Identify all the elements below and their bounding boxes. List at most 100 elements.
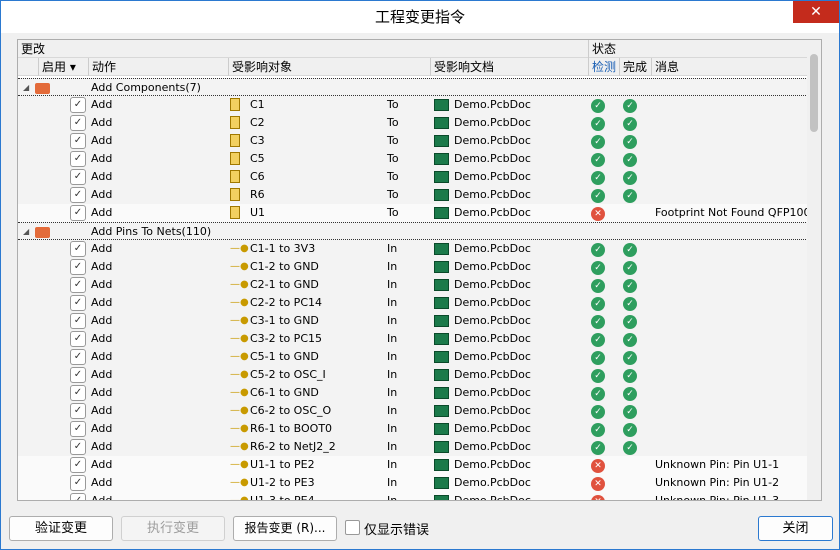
enable-checkbox[interactable]: ✓	[70, 475, 86, 491]
table-row[interactable]: ✓ Add C2 To Demo.PcbDoc ✓ ✓	[18, 114, 808, 132]
object-cell: C2-1 to GND	[250, 278, 319, 291]
col-enable[interactable]: 启用 ▾	[38, 58, 76, 76]
enable-checkbox[interactable]: ✓	[70, 385, 86, 401]
col-done[interactable]: 完成	[619, 58, 647, 76]
col-message[interactable]: 消息	[651, 58, 679, 76]
pin-icon: —●	[230, 459, 249, 470]
status-glyph: ✓	[591, 315, 605, 329]
group-row[interactable]: ◢ Add Components(7)	[18, 78, 808, 96]
table-row[interactable]: ✓ Add C5 To Demo.PcbDoc ✓ ✓	[18, 150, 808, 168]
enable-checkbox[interactable]: ✓	[70, 457, 86, 473]
validate-changes-button[interactable]: 验证变更	[9, 516, 113, 541]
done-ok-icon: ✓	[623, 366, 637, 384]
enable-checkbox[interactable]: ✓	[70, 349, 86, 365]
table-row[interactable]: ✓ Add —● U1-2 to PE3 In Demo.PcbDoc ✕ Unknown P…	[18, 474, 808, 492]
enable-checkbox[interactable]: ✓	[70, 277, 86, 293]
table-row[interactable]: ✓ Add —● C1-1 to 3V3 In Demo.PcbDoc ✓ ✓	[18, 240, 808, 258]
done-ok-icon: ✓	[623, 348, 637, 366]
col-doc[interactable]: 受影响文档	[430, 58, 494, 76]
pin-icon: —●	[230, 315, 249, 326]
table-row[interactable]: ✓ Add —● C1-2 to GND In Demo.PcbDoc ✓ ✓	[18, 258, 808, 276]
table-row[interactable]: ✓ Add R6 To Demo.PcbDoc ✓ ✓	[18, 186, 808, 204]
col-action[interactable]: 动作	[88, 58, 116, 76]
enable-checkbox[interactable]: ✓	[70, 115, 86, 131]
status-glyph: ✓	[623, 243, 637, 257]
table-row[interactable]: ✓ Add U1 To Demo.PcbDoc ✕ Footprint Not Found …	[18, 204, 811, 222]
enable-checkbox[interactable]: ✓	[70, 187, 86, 203]
check-ok-icon: ✓	[591, 276, 605, 294]
table-row[interactable]: ✓ Add —● C6-1 to GND In Demo.PcbDoc ✓ ✓	[18, 384, 808, 402]
object-cell: C6	[250, 170, 265, 183]
done-ok-icon: ✓	[623, 420, 637, 438]
done-ok-icon: ✓	[623, 294, 637, 312]
table-row[interactable]: ✓ Add —● R6-1 to BOOT0 In Demo.PcbDoc ✓ ✓	[18, 420, 808, 438]
enable-checkbox[interactable]: ✓	[70, 439, 86, 455]
table-row[interactable]: ✓ Add C6 To Demo.PcbDoc ✓ ✓	[18, 168, 808, 186]
table-row[interactable]: ✓ Add —●U1-3 to PE4 In Demo.PcbDoc ✕ Unknown P…	[18, 492, 808, 500]
pcb-shape	[434, 477, 449, 489]
enable-checkbox[interactable]: ✓	[70, 403, 86, 419]
enable-checkbox[interactable]: ✓	[70, 331, 86, 347]
table-row[interactable]: ✓ Add —● C2-1 to GND In Demo.PcbDoc ✓ ✓	[18, 276, 808, 294]
direction-cell: In	[387, 278, 398, 291]
pcb-shape	[434, 495, 449, 500]
action-cell: Add	[91, 296, 113, 309]
folder-shape	[35, 227, 50, 238]
table-row[interactable]: ✓ Add —● U1-1 to PE2 In Demo.PcbDoc ✕ Unknown P…	[18, 456, 808, 474]
only-errors-label[interactable]: 仅显示错误	[364, 519, 429, 538]
table-row[interactable]: ✓ Add —● C3-2 to PC15 In Demo.PcbDoc ✓ ✓	[18, 330, 808, 348]
col-object[interactable]: 受影响对象	[228, 58, 292, 76]
enable-checkbox[interactable]: ✓	[70, 493, 86, 500]
table-row[interactable]: ✓ Add —● C6-2 to OSC_O In Demo.PcbDoc ✓ ✓	[18, 402, 808, 420]
report-changes-button[interactable]: 报告变更 (R)...	[233, 516, 337, 541]
status-glyph: ✓	[623, 351, 637, 365]
direction-cell: In	[387, 422, 398, 435]
enable-checkbox[interactable]: ✓	[70, 295, 86, 311]
pin-icon: —●	[230, 387, 249, 398]
pin-icon: —●	[230, 369, 249, 380]
enable-checkbox[interactable]: ✓	[70, 421, 86, 437]
enable-checkbox[interactable]: ✓	[70, 241, 86, 257]
enable-checkbox[interactable]: ✓	[70, 97, 86, 113]
table-row[interactable]: ✓ Add —● C5-2 to OSC_I In Demo.PcbDoc ✓ ✓	[18, 366, 808, 384]
changes-table: 更改 状态 启用 ▾ 动作 受影响对象 受影响文档 检测 完成 消息 ◢ Add …	[17, 39, 822, 501]
vertical-scrollbar[interactable]	[807, 40, 821, 500]
check-ok-icon: ✓	[591, 168, 605, 186]
check-ok-icon: ✓	[591, 366, 605, 384]
enable-checkbox[interactable]: ✓	[70, 205, 86, 221]
expand-arrow-icon[interactable]: ◢	[23, 223, 29, 241]
table-row[interactable]: ✓ Add C3 To Demo.PcbDoc ✓ ✓	[18, 132, 808, 150]
expand-arrow-icon[interactable]: ◢	[23, 79, 29, 97]
close-window-button[interactable]: ✕	[793, 1, 839, 23]
table-row[interactable]: ✓ Add —● C5-1 to GND In Demo.PcbDoc ✓ ✓	[18, 348, 808, 366]
status-glyph: ✓	[623, 333, 637, 347]
table-row[interactable]: ✓ Add C1 To Demo.PcbDoc ✓ ✓	[18, 96, 808, 114]
table-row[interactable]: ✓ Add —● C2-2 to PC14 In Demo.PcbDoc ✓ ✓	[18, 294, 808, 312]
direction-cell: In	[387, 458, 398, 471]
enable-checkbox[interactable]: ✓	[70, 169, 86, 185]
status-glyph: ✓	[591, 333, 605, 347]
status-glyph: ✓	[623, 369, 637, 383]
col-check[interactable]: 检测	[588, 58, 616, 76]
enable-checkbox[interactable]: ✓	[70, 151, 86, 167]
enable-checkbox[interactable]: ✓	[70, 367, 86, 383]
component-shape	[230, 116, 240, 129]
direction-cell: To	[387, 206, 399, 219]
table-row[interactable]: ✓ Add —● C3-1 to GND In Demo.PcbDoc ✓ ✓	[18, 312, 808, 330]
group-label: Add Components(7)	[91, 81, 201, 94]
close-button[interactable]: 关闭	[758, 516, 833, 541]
enable-checkbox[interactable]: ✓	[70, 259, 86, 275]
table-row[interactable]: ✓ Add —● R6-2 to NetJ2_2 In Demo.PcbDoc ✓ ✓	[18, 438, 808, 456]
document-cell: Demo.PcbDoc	[454, 206, 531, 219]
only-errors-checkbox[interactable]	[345, 520, 360, 535]
action-cell: Add	[91, 188, 113, 201]
status-glyph: ✓	[591, 135, 605, 149]
scrollbar-thumb[interactable]	[810, 54, 818, 132]
enable-checkbox[interactable]: ✓	[70, 133, 86, 149]
action-cell: Add	[91, 116, 113, 129]
group-row[interactable]: ◢ Add Pins To Nets(110)	[18, 222, 808, 240]
execute-changes-button[interactable]: 执行变更	[121, 516, 225, 541]
document-cell: Demo.PcbDoc	[454, 152, 531, 165]
enable-checkbox[interactable]: ✓	[70, 313, 86, 329]
document-cell: Demo.PcbDoc	[454, 422, 531, 435]
